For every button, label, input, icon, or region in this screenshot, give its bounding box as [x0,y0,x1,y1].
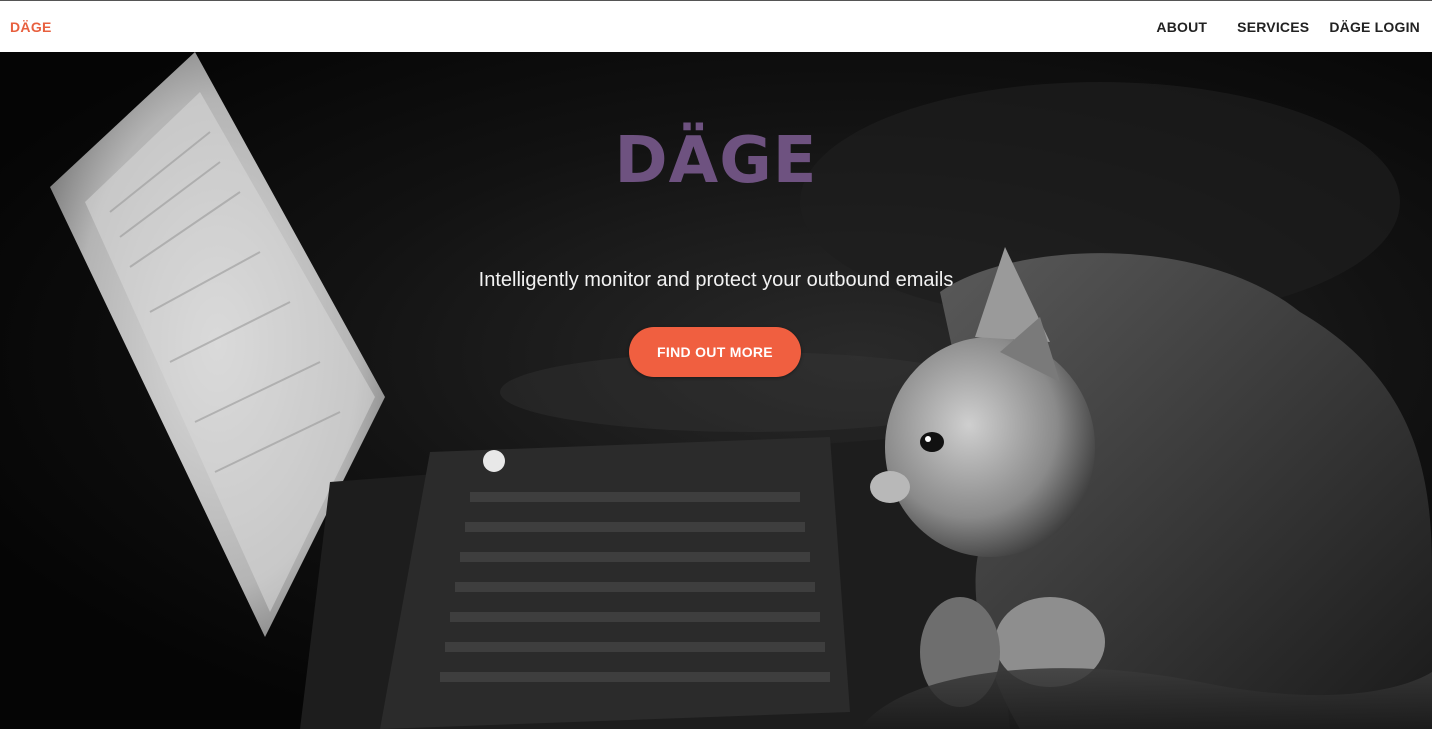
hero-title: DÄGE [614,124,818,198]
nav-link-services[interactable]: SERVICES [1237,19,1309,35]
nav-links: ABOUT SERVICES DÄGE LOGIN [1156,1,1420,52]
nav-link-dage-login[interactable]: DÄGE LOGIN [1329,19,1420,35]
brand-logo-link[interactable]: DÄGE [10,19,52,35]
nav-link-about[interactable]: ABOUT [1156,19,1207,35]
hero-tagline: Intelligently monitor and protect your o… [478,269,954,291]
find-out-more-button[interactable]: FIND OUT MORE [629,327,801,377]
top-navbar: DÄGE ABOUT SERVICES DÄGE LOGIN [0,0,1432,52]
hero-section: DÄGE Intelligently monitor and protect y… [0,52,1432,729]
